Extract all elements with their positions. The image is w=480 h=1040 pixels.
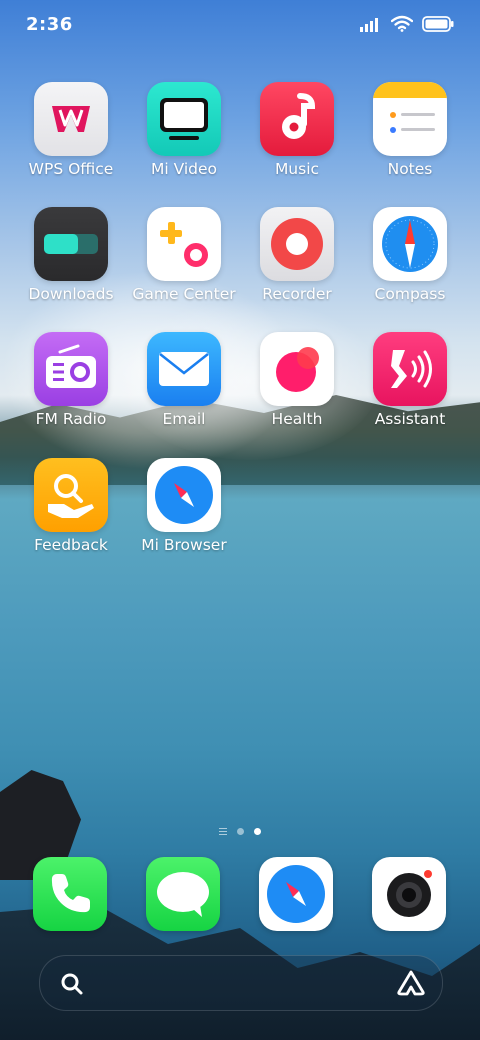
dock-messages-app[interactable] bbox=[146, 857, 220, 931]
camera-icon bbox=[387, 870, 432, 917]
status-bar: 2:36 bbox=[0, 0, 480, 50]
assistant-icon bbox=[373, 332, 447, 406]
email-icon bbox=[147, 332, 221, 406]
mi-browser-icon bbox=[147, 458, 221, 532]
wifi-icon bbox=[391, 15, 413, 32]
app-feedback[interactable]: Feedback bbox=[16, 458, 126, 554]
page-dot[interactable] bbox=[237, 828, 244, 835]
app-downloads[interactable]: Downloads bbox=[16, 207, 126, 303]
fm-radio-icon bbox=[34, 332, 108, 406]
phone-icon bbox=[51, 874, 90, 913]
app-music[interactable]: Music bbox=[242, 82, 352, 178]
search-icon[interactable] bbox=[60, 972, 84, 996]
wps-office-icon bbox=[34, 82, 108, 156]
health-icon bbox=[260, 332, 334, 406]
dock-browser-app[interactable] bbox=[259, 857, 333, 931]
messages-icon bbox=[157, 872, 209, 917]
app-recorder[interactable]: Recorder bbox=[242, 207, 352, 303]
dock-camera-app[interactable] bbox=[372, 857, 446, 931]
app-list-indicator-icon[interactable] bbox=[219, 828, 227, 835]
app-assistant[interactable]: Assistant bbox=[355, 332, 465, 428]
assistant-icon[interactable] bbox=[396, 970, 426, 996]
battery-icon bbox=[422, 15, 454, 32]
recorder-icon bbox=[260, 207, 334, 281]
app-notes[interactable]: Notes bbox=[355, 82, 465, 178]
downloads-icon bbox=[34, 207, 108, 281]
search-bar[interactable] bbox=[39, 955, 443, 1011]
app-compass[interactable]: Compass bbox=[355, 207, 465, 303]
app-mi-video[interactable]: Mi Video bbox=[129, 82, 239, 178]
compass-icon bbox=[373, 207, 447, 281]
dock-phone-app[interactable] bbox=[33, 857, 107, 931]
mi-video-icon bbox=[147, 82, 221, 156]
music-icon bbox=[260, 82, 334, 156]
notes-icon bbox=[373, 82, 447, 156]
app-game-center[interactable]: Game Center bbox=[129, 207, 239, 303]
game-center-icon bbox=[147, 207, 221, 281]
app-wps-office[interactable]: WPS Office bbox=[16, 82, 126, 178]
app-fm-radio[interactable]: FM Radio bbox=[16, 332, 126, 428]
clock: 2:36 bbox=[26, 14, 73, 35]
app-mi-browser[interactable]: Mi Browser bbox=[129, 458, 239, 554]
app-health[interactable]: Health bbox=[242, 332, 352, 428]
page-dot-active[interactable] bbox=[254, 828, 261, 835]
signal-icon bbox=[360, 17, 378, 32]
browser-icon bbox=[267, 865, 325, 923]
page-indicator[interactable] bbox=[0, 828, 480, 835]
app-email[interactable]: Email bbox=[129, 332, 239, 428]
feedback-icon bbox=[34, 458, 108, 532]
